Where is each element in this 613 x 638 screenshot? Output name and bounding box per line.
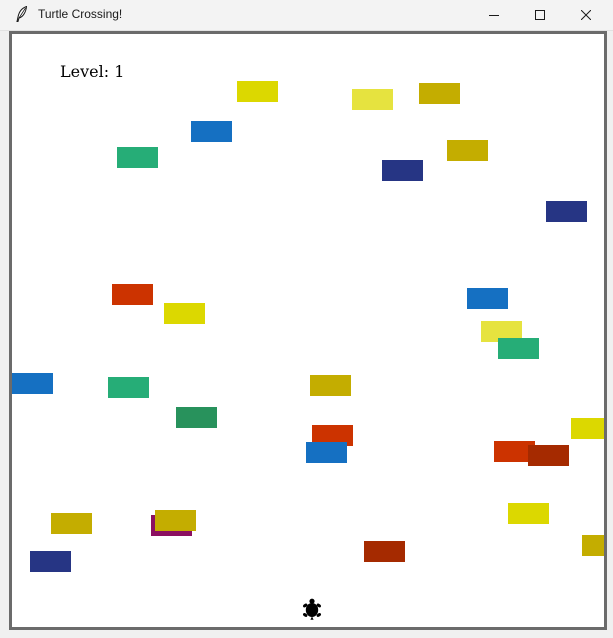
car: [419, 83, 460, 104]
feather-icon: [16, 6, 28, 22]
car: [352, 89, 393, 110]
car: [364, 541, 405, 562]
car: [51, 513, 92, 534]
turtle-player: [303, 598, 321, 620]
car: [382, 160, 423, 181]
car: [310, 375, 351, 396]
car: [30, 551, 71, 572]
app-window: Turtle Crossing! Level: 1: [0, 0, 613, 638]
title-bar[interactable]: Turtle Crossing!: [0, 0, 613, 31]
car: [571, 418, 604, 439]
car: [498, 338, 539, 359]
car: [546, 201, 587, 222]
car: [164, 303, 205, 324]
minimize-icon: [489, 15, 499, 16]
car: [528, 445, 569, 466]
car: [191, 121, 232, 142]
minimize-button[interactable]: [471, 0, 517, 30]
car: [155, 510, 196, 531]
game-canvas[interactable]: Level: 1: [12, 34, 604, 627]
maximize-button[interactable]: [517, 0, 563, 30]
car: [306, 442, 347, 463]
car: [447, 140, 488, 161]
window-title: Turtle Crossing!: [38, 7, 123, 21]
car: [508, 503, 549, 524]
car: [582, 535, 604, 556]
car: [467, 288, 508, 309]
maximize-icon: [535, 10, 545, 20]
car: [112, 284, 153, 305]
car: [176, 407, 217, 428]
close-icon: [581, 10, 591, 20]
car: [117, 147, 158, 168]
game-canvas-frame: Level: 1: [9, 31, 607, 630]
car: [12, 373, 53, 394]
car: [108, 377, 149, 398]
close-button[interactable]: [563, 0, 609, 30]
level-label: Level: 1: [60, 62, 125, 81]
car: [237, 81, 278, 102]
